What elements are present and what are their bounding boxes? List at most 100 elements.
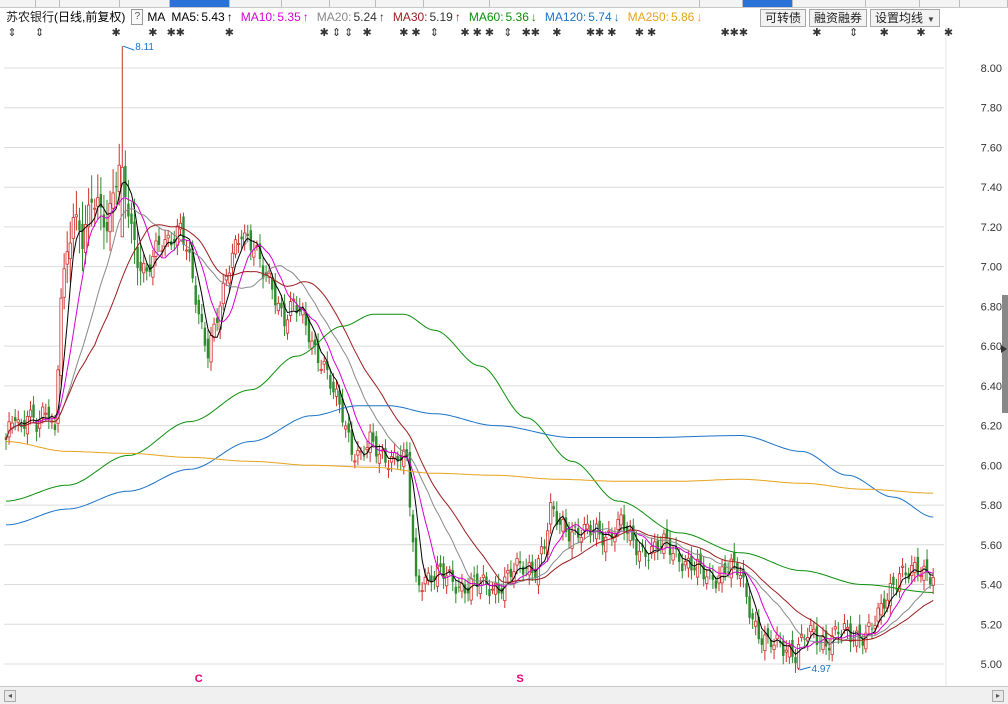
candle-body [203, 327, 207, 346]
info-mark-star: ✱ [531, 26, 540, 39]
candle-body [717, 575, 721, 584]
candle-body [322, 360, 326, 365]
ma-legend-value: 5.24 [353, 10, 377, 24]
arrow-down-icon: ↓ [530, 10, 537, 24]
period-tab[interactable] [0, 0, 36, 7]
candle-body [552, 506, 555, 510]
info-mark-arrow: ⇕ [332, 26, 341, 39]
y-tick-label: 6.60 [981, 341, 1002, 353]
period-tab[interactable] [36, 0, 60, 7]
candle-body [506, 570, 510, 574]
scroll-left-icon[interactable]: ◂ [4, 690, 16, 702]
help-button[interactable]: ? [131, 9, 144, 25]
bottom-scrollbar[interactable]: ◂ ▸ [0, 686, 1008, 704]
candle-body [745, 583, 748, 597]
candlestick-chart[interactable]: 8.00 7.80 7.60 7.40 7.20 7.00 6.80 6.60 6.40 6.20… [0, 26, 1008, 686]
period-tab[interactable] [170, 0, 230, 7]
y-tick-label: 6.40 [981, 381, 1002, 393]
scrollbar-thumb[interactable] [1002, 295, 1008, 413]
period-tab[interactable] [700, 0, 743, 7]
info-mark-star: ✱ [473, 26, 482, 39]
candle-body [53, 424, 57, 431]
info-mark-star: ✱ [362, 26, 371, 39]
period-tab[interactable] [793, 0, 866, 7]
period-tab[interactable] [120, 0, 170, 7]
candle-body [585, 523, 590, 530]
candle-body [490, 588, 495, 591]
chart-header: 苏农银行(日线,前复权)? MA MA5: 5.43 ↑ MA10: 5.35 ↑ MA20: 5… [0, 8, 760, 26]
y-tick-label: 7.40 [981, 182, 1002, 194]
candle-body [448, 569, 452, 572]
candle-body [130, 213, 133, 225]
ma-legend-label: MA5: [171, 10, 200, 24]
period-tab[interactable] [920, 0, 960, 7]
period-tab[interactable] [282, 0, 330, 7]
candle-body [13, 417, 17, 421]
arrow-up-icon: ↑ [454, 10, 461, 24]
period-tab[interactable] [60, 0, 120, 7]
margin-trading-button[interactable]: 融资融券 [809, 9, 868, 27]
info-mark-star: ✱ [167, 26, 176, 39]
ma-legend-label: MA10: [240, 10, 276, 24]
candle-body [536, 558, 541, 586]
ma-legend: MA5: 5.43 ↑ MA10: 5.35 ↑ MA20: 5.24 ↑ MA30: 5.19 ↑ M… [171, 8, 710, 26]
ma-legend-item: MA20: 5.24 ↑ [317, 8, 385, 26]
annotation-label: 4.97 [812, 664, 832, 675]
candle-body [616, 519, 620, 530]
candle-body [916, 556, 920, 576]
candle-body [763, 634, 767, 651]
period-tab[interactable] [743, 0, 793, 7]
candle-body [224, 275, 228, 281]
candle-body [481, 574, 485, 578]
candle-body [589, 525, 592, 536]
candle-body [240, 236, 243, 240]
candle-body [120, 166, 124, 238]
info-mark-arrow: ⇕ [344, 26, 353, 39]
period-tab[interactable] [376, 0, 424, 7]
candle-body [784, 649, 788, 653]
candle-body [145, 267, 148, 272]
period-tab[interactable] [490, 0, 700, 7]
y-tick-label: 5.00 [981, 659, 1002, 671]
candle-body [133, 221, 136, 241]
candle-body [74, 214, 78, 218]
candle-body [23, 420, 26, 429]
candle-body [904, 572, 907, 576]
candle-body [900, 565, 905, 568]
convertible-bond-button[interactable]: 可转债 [760, 9, 807, 27]
period-tab[interactable] [230, 0, 282, 7]
info-mark-star: ✱ [730, 26, 739, 39]
candle-body [748, 596, 751, 618]
period-label: (日线,前复权) [54, 10, 126, 24]
y-tick-label: 8.00 [981, 63, 1002, 75]
period-tab-strip[interactable] [0, 0, 1008, 8]
ma-legend-label: MA250: [627, 10, 669, 24]
period-tab[interactable] [866, 0, 920, 7]
scroll-right-icon[interactable]: ▸ [992, 690, 1004, 702]
period-tab[interactable] [330, 0, 376, 7]
info-mark-star: ✱ [485, 26, 494, 39]
candle-body [108, 202, 112, 233]
set-ma-button[interactable]: 设置均线 ▼ [870, 9, 940, 27]
ma-legend-item: MA30: 5.19 ↑ [393, 8, 461, 26]
candle-body [420, 590, 424, 593]
info-mark-star: ✱ [411, 26, 420, 39]
info-mark-star: ✱ [225, 26, 234, 39]
info-mark-star: ✱ [720, 26, 729, 39]
candle-body [561, 519, 565, 532]
candle-body [928, 577, 932, 585]
candle-body [184, 249, 189, 252]
ma-legend-label: MA60: [468, 10, 504, 24]
annotation-pointer [123, 45, 135, 51]
period-tab[interactable] [960, 0, 1008, 7]
candle-body [549, 502, 553, 525]
info-mark-star: ✱ [812, 26, 821, 39]
candle-body [96, 197, 100, 207]
y-tick-label: 6.00 [981, 460, 1002, 472]
candle-body [604, 536, 608, 553]
candle-body [598, 520, 601, 535]
candle-body [864, 632, 868, 650]
period-tab[interactable] [424, 0, 490, 7]
candle-body [288, 301, 293, 316]
candle-body [754, 620, 758, 627]
